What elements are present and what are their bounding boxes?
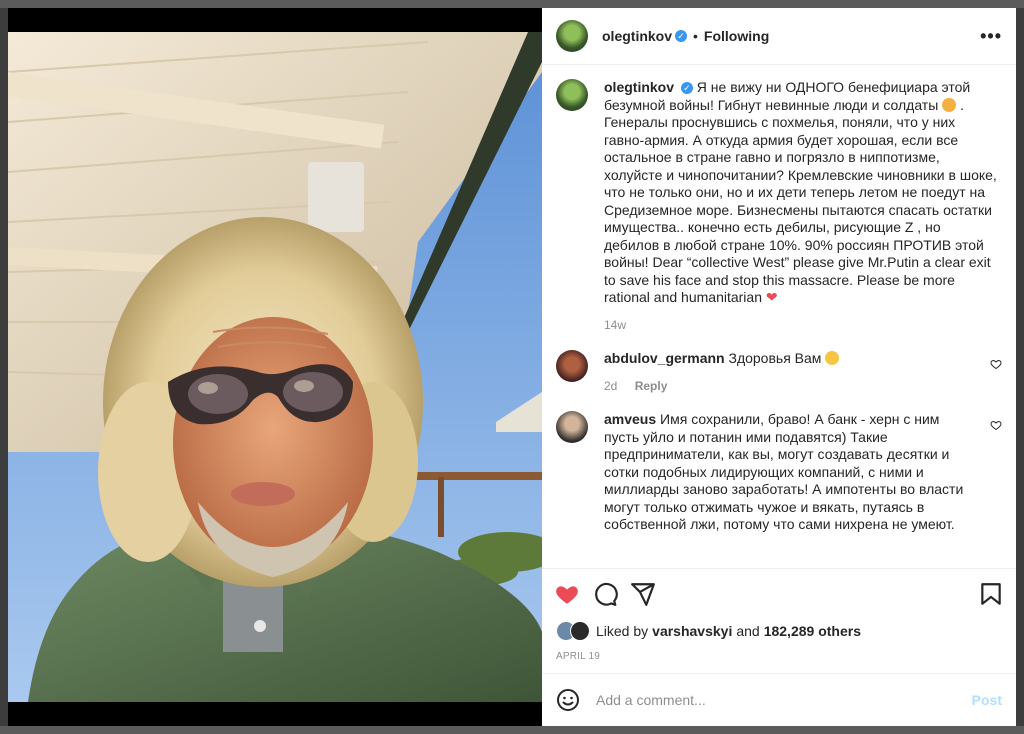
clap-emoji-icon (825, 351, 840, 365)
action-bar (542, 568, 1016, 619)
comment-item: abdulov_germann Здоровья Вам 2d Reply (556, 350, 1002, 395)
caption-time[interactable]: 14w (604, 317, 998, 335)
following-button[interactable]: Following (704, 28, 769, 44)
bookmark-icon[interactable] (978, 581, 1004, 607)
likes-conjunction: and (736, 623, 760, 639)
caption-username[interactable]: olegtinkov (604, 79, 674, 95)
avatar[interactable] (556, 411, 588, 443)
likes-prefix: Liked by (596, 623, 649, 639)
post-header: olegtinkov ✓ • Following ••• (542, 8, 1016, 65)
comment-like-heart-icon[interactable] (990, 419, 1002, 431)
avatar[interactable] (556, 350, 588, 382)
caption-text-continued: . Генералы проснувшись с похмелья, понял… (604, 96, 997, 306)
comment-username[interactable]: amveus (604, 411, 656, 427)
comment-item: amveus Имя сохранили, браво! А банк - хе… (556, 411, 1002, 534)
likes-row: Liked by varshavskyi and 182,289 others (542, 619, 1016, 643)
add-comment-input[interactable] (594, 691, 972, 709)
red-heart-emoji-icon: ❤ (765, 289, 778, 305)
caption: olegtinkov ✓ Я не вижу ни ОДНОГО бенефиц… (556, 79, 1002, 334)
heart-icon[interactable] (554, 581, 580, 607)
add-comment-bar: Post (542, 673, 1016, 726)
likes-count[interactable]: 182,289 others (764, 623, 861, 639)
reply-button[interactable]: Reply (635, 379, 668, 393)
post-modal: olegtinkov ✓ • Following ••• olegtinkov … (8, 8, 1016, 726)
verified-icon: ✓ (675, 30, 688, 42)
share-icon[interactable] (630, 581, 656, 607)
avatar[interactable] (556, 20, 588, 52)
comments-list[interactable]: olegtinkov ✓ Я не вижу ни ОДНОГО бенефиц… (542, 65, 1016, 568)
liker-username[interactable]: varshavskyi (652, 623, 732, 639)
verified-icon: ✓ (680, 82, 693, 94)
comment-text: Здоровья Вам (728, 350, 822, 366)
crying-emoji-icon (942, 97, 957, 112)
background-page-strip (0, 0, 1024, 8)
liker-avatar (570, 621, 590, 641)
post-photo[interactable] (8, 32, 542, 702)
more-icon[interactable]: ••• (980, 26, 1002, 47)
comment-text: Имя сохранили, браво! А банк - херн с ни… (604, 411, 964, 532)
comment-like-heart-icon[interactable] (990, 358, 1002, 370)
post-comment-button[interactable]: Post (972, 692, 1002, 708)
header-username[interactable]: olegtinkov (602, 28, 672, 44)
avatar[interactable] (556, 79, 588, 111)
comment-time[interactable]: 2d (604, 379, 617, 393)
background-page-strip (0, 726, 1024, 734)
comment-username[interactable]: abdulov_germann (604, 350, 725, 366)
emoji-icon[interactable] (556, 688, 580, 712)
post-side-panel: olegtinkov ✓ • Following ••• olegtinkov … (542, 8, 1016, 726)
post-media[interactable] (8, 8, 542, 726)
comment-icon[interactable] (592, 581, 618, 607)
post-date[interactable]: APRIL 19 (542, 643, 1016, 673)
separator-dot: • (693, 28, 698, 44)
